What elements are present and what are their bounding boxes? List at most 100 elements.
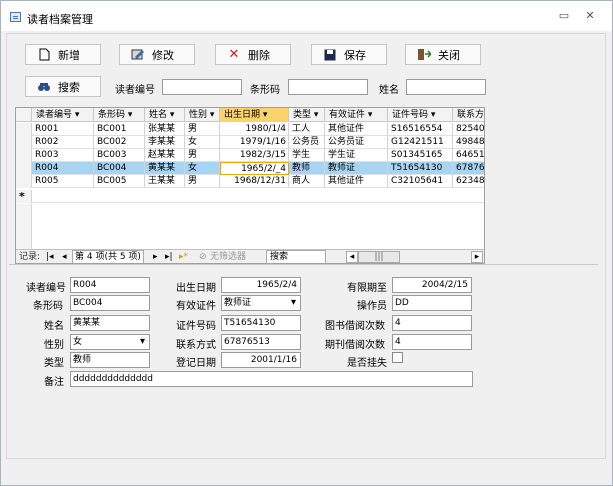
cell-type[interactable]: 教师 [289, 162, 325, 175]
table-row[interactable]: R004 BC004 黄某某女 1965/2/_4 教师 教师证 T51654130 6787… [16, 162, 484, 175]
col-header-gender[interactable]: 性别 ▾ [185, 108, 220, 122]
row-selector[interactable] [16, 175, 32, 188]
cell-contact[interactable]: 678765 [453, 162, 484, 175]
cell-cert-no[interactable]: C32105641 [388, 175, 453, 188]
edit-button[interactable]: 修改 [119, 44, 195, 65]
grid-search-box[interactable]: 搜索 [266, 250, 326, 263]
col-header-cert[interactable]: 有效证件 ▾ [325, 108, 388, 122]
cell-birth[interactable]: 1979/1/16 [220, 136, 289, 149]
search-button[interactable]: 搜索 [25, 76, 101, 97]
cell-barcode[interactable]: BC001 [94, 123, 145, 136]
col-header-cert-no[interactable]: 证件号码 ▾ [388, 108, 453, 122]
first-record-button[interactable]: |◂ [46, 251, 54, 263]
row-selector-header[interactable] [16, 108, 32, 122]
cell-cert-no[interactable]: T51654130 [388, 162, 453, 175]
col-header-type[interactable]: 类型 ▾ [289, 108, 325, 122]
cell-gender[interactable]: 女 [185, 162, 220, 175]
record-position-box[interactable]: 第 4 项(共 5 项) [72, 250, 144, 263]
scroll-right-button[interactable]: ▸ [471, 251, 483, 263]
scroll-left-button[interactable]: ◂ [346, 251, 358, 263]
close-button[interactable]: 关闭 [405, 44, 481, 65]
cell-birth[interactable]: 1980/1/4 [220, 123, 289, 136]
cell-cert[interactable]: 学生证 [325, 149, 388, 162]
cell-gender[interactable]: 男 [185, 149, 220, 162]
table-row[interactable]: R003 BC003 赵某某男 1982/3/15 学生 学生证 S01345165 6465… [16, 149, 484, 162]
cell-gender[interactable]: 男 [185, 123, 220, 136]
cell-contact[interactable]: 646515 [453, 149, 484, 162]
barcode-field[interactable]: BC004 [70, 295, 150, 311]
cell-cert[interactable]: 其他证件 [325, 175, 388, 188]
cell-barcode[interactable]: BC005 [94, 175, 145, 188]
cell-contact[interactable]: 498484 [453, 136, 484, 149]
col-header-birth[interactable]: 出生日期 ▾ [220, 108, 289, 122]
cell-name[interactable]: 王某某 [145, 175, 185, 188]
journal-count-field[interactable]: 4 [392, 334, 472, 350]
cell-birth[interactable]: 1982/3/15 [220, 149, 289, 162]
save-button[interactable]: 保存 [311, 44, 387, 65]
new-record-row[interactable]: * [16, 190, 484, 203]
delete-button[interactable]: ✕ 删除 [215, 44, 291, 65]
cell-birth[interactable]: 1965/2/_4 [220, 162, 289, 175]
note-field[interactable]: dddddddddddddd [70, 371, 473, 387]
prev-record-button[interactable]: ◂ [62, 251, 67, 263]
cell-cert[interactable]: 教师证 [325, 162, 388, 175]
cert-select[interactable]: 教师证 [221, 295, 301, 311]
cell-reader-id[interactable]: R001 [32, 123, 94, 136]
operator-field[interactable]: DD [392, 295, 472, 311]
new-button[interactable]: 新增 [25, 44, 101, 65]
cell-type[interactable]: 学生 [289, 149, 325, 162]
name-field[interactable]: 黄某某 [70, 315, 150, 331]
cell-birth[interactable]: 1968/12/31 [220, 175, 289, 188]
cell-type[interactable]: 工人 [289, 123, 325, 136]
cell-reader-id[interactable]: R004 [32, 162, 94, 175]
search-barcode-input[interactable] [288, 79, 368, 95]
row-selector[interactable] [16, 162, 32, 175]
lost-checkbox[interactable] [392, 352, 403, 363]
cell-cert-no[interactable]: S01345165 [388, 149, 453, 162]
col-header-reader-id[interactable]: 读者编号 ▾ [32, 108, 94, 122]
contact-field[interactable]: 67876513 [221, 334, 301, 350]
close-window-button[interactable]: ✕ [581, 9, 599, 23]
cell-cert-no[interactable]: G12421511 [388, 136, 453, 149]
minimize-button[interactable]: ▭ [555, 9, 573, 23]
cell-cert-no[interactable]: S16516554 [388, 123, 453, 136]
row-selector[interactable] [16, 149, 32, 162]
cell-type[interactable]: 商人 [289, 175, 325, 188]
cell-reader-id[interactable]: R002 [32, 136, 94, 149]
book-count-field[interactable]: 4 [392, 315, 472, 331]
search-name-input[interactable] [406, 79, 486, 95]
search-reader-id-input[interactable] [162, 79, 242, 95]
cell-contact[interactable]: 623486 [453, 175, 484, 188]
col-header-barcode[interactable]: 条形码 ▾ [94, 108, 145, 122]
cell-contact[interactable]: 825401 [453, 123, 484, 136]
cell-name[interactable]: 李某某 [145, 136, 185, 149]
records-datasheet[interactable]: 读者编号 ▾ 条形码 ▾ 姓名 ▾ 性别 ▾ 出生日期 ▾ 类型 ▾ 有效证件 … [15, 107, 485, 264]
horizontal-scroll-thumb[interactable]: ||| [358, 251, 400, 263]
cell-barcode[interactable]: BC004 [94, 162, 145, 175]
cell-name[interactable]: 张某某 [145, 123, 185, 136]
cell-type[interactable]: 公务员 [289, 136, 325, 149]
cell-gender[interactable]: 男 [185, 175, 220, 188]
table-row[interactable]: R005 BC005 王某某男 1968/12/31 商人 其他证件 C32105641 62… [16, 175, 484, 188]
row-selector[interactable] [16, 136, 32, 149]
cert-no-field[interactable]: T51654130 [221, 315, 301, 331]
cell-barcode[interactable]: BC003 [94, 149, 145, 162]
new-record-button[interactable]: ▸* [179, 251, 188, 263]
cell-name[interactable]: 赵某某 [145, 149, 185, 162]
valid-until-field[interactable]: 2004/2/15 [392, 277, 472, 293]
last-record-button[interactable]: ▸| [165, 251, 173, 263]
cell-name[interactable]: 黄某某 [145, 162, 185, 175]
reg-date-field[interactable]: 2001/1/16 [221, 352, 301, 368]
cell-gender[interactable]: 女 [185, 136, 220, 149]
table-row[interactable]: R001 BC001 张某某男 1980/1/4 工人 其他证件 S16516554 8254… [16, 123, 484, 136]
cell-cert[interactable]: 公务员证 [325, 136, 388, 149]
cell-cert[interactable]: 其他证件 [325, 123, 388, 136]
table-row[interactable]: R002 BC002 李某某女 1979/1/16 公务员 公务员证 G12421511 49… [16, 136, 484, 149]
next-record-button[interactable]: ▸ [153, 251, 158, 263]
col-header-name[interactable]: 姓名 ▾ [145, 108, 185, 122]
type-field[interactable]: 教师 [70, 352, 150, 368]
cell-reader-id[interactable]: R005 [32, 175, 94, 188]
no-filter-label[interactable]: 无筛选器 [210, 251, 246, 263]
cell-reader-id[interactable]: R003 [32, 149, 94, 162]
gender-select[interactable]: 女 [70, 334, 150, 350]
